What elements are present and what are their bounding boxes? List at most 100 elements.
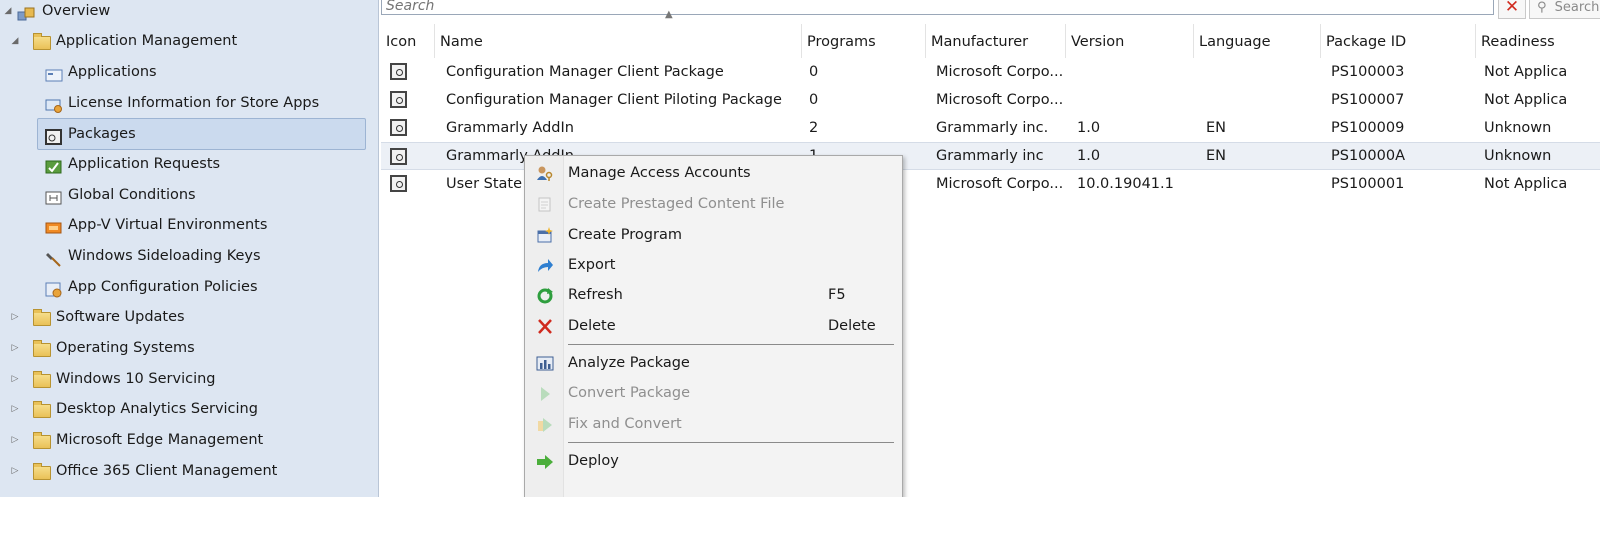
export-icon (536, 257, 554, 274)
menu-item-refresh[interactable]: Refresh F5 (525, 280, 902, 310)
tree-item-microsoft-edge-management[interactable]: ▷ Microsoft Edge Management (0, 425, 370, 455)
menu-item-create-prestaged-content-file: Create Prestaged Content File (525, 189, 902, 219)
menu-item-deploy[interactable]: Deploy (525, 446, 902, 476)
tree-item-label: App-V Virtual Environments (68, 217, 268, 233)
cell-package-id: PS100009 (1331, 120, 1405, 136)
column-header-package-id[interactable]: Package ID (1321, 24, 1476, 58)
refresh-icon (536, 287, 554, 304)
tree-item-license-information[interactable]: License Information for Store Apps (0, 88, 370, 118)
tree-item-label: Desktop Analytics Servicing (56, 401, 258, 417)
tree-item-software-updates[interactable]: ▷ Software Updates (0, 302, 370, 332)
search-input[interactable] (381, 0, 1494, 15)
policies-icon (45, 279, 63, 298)
keys-icon (45, 248, 63, 267)
menu-item-label: Analyze Package (568, 355, 690, 371)
tree-item-operating-systems[interactable]: ▷ Operating Systems (0, 333, 370, 363)
prestaged-file-icon (536, 196, 554, 213)
tree-item-windows-10-servicing[interactable]: ▷ Windows 10 Servicing (0, 364, 370, 394)
collapsed-arrow-icon[interactable]: ▷ (9, 302, 21, 332)
package-icon (390, 175, 407, 192)
menu-item-label: Convert Package (568, 385, 691, 401)
tree-item-application-requests[interactable]: Application Requests (0, 149, 370, 179)
collapsed-arrow-icon[interactable]: ▷ (9, 394, 21, 424)
package-icon (45, 126, 63, 145)
context-menu: Manage Access Accounts Create Prestaged … (524, 155, 903, 497)
tree-item-label: Application Management (56, 33, 238, 49)
table-row[interactable]: Configuration Manager Client Piloting Pa… (381, 86, 1600, 114)
menu-separator (568, 344, 894, 345)
tree-item-label: Overview (42, 3, 111, 19)
column-header-programs[interactable]: Programs (802, 24, 926, 58)
menu-item-delete[interactable]: Delete Delete (525, 311, 902, 341)
cell-manufacturer: Grammarly inc. (936, 120, 1049, 136)
tree-item-label: Windows Sideloading Keys (68, 248, 261, 264)
tree-item-office-365-client-management[interactable]: ▷ Office 365 Client Management (0, 456, 370, 486)
tree-item-label: Application Requests (68, 156, 221, 172)
column-header-language[interactable]: Language (1194, 24, 1321, 58)
cell-package-id: PS100003 (1331, 64, 1405, 80)
delete-icon (536, 318, 554, 335)
applications-icon (45, 64, 63, 82)
column-header-name[interactable]: Name ▲ (435, 9, 802, 58)
tree-item-label: Office 365 Client Management (56, 463, 278, 479)
analyze-icon (536, 355, 554, 372)
tree-item-label: Operating Systems (56, 340, 195, 356)
access-accounts-icon (536, 165, 554, 182)
cell-readiness: Not Applica (1484, 176, 1568, 192)
tree-item-overview[interactable]: ◢ Overview (0, 0, 370, 26)
cell-version: 10.0.19041.1 (1077, 176, 1174, 192)
collapsed-arrow-icon[interactable]: ▷ (9, 456, 21, 486)
close-icon: ✕ (1504, 0, 1520, 17)
tree-item-global-conditions[interactable]: Global Conditions (0, 180, 370, 210)
cell-language: EN (1206, 148, 1227, 164)
menu-item-shortcut: F5 (828, 287, 846, 303)
table-row[interactable]: Grammarly AddIn 2 Grammarly inc. 1.0 EN … (381, 114, 1600, 142)
cell-package-id: PS10000A (1331, 148, 1405, 164)
tree-item-app-configuration-policies[interactable]: App Configuration Policies (0, 272, 370, 302)
search-button-label: Search (1554, 0, 1600, 15)
menu-separator (568, 442, 894, 443)
column-header-version[interactable]: Version (1066, 24, 1194, 58)
tree-item-desktop-analytics-servicing[interactable]: ▷ Desktop Analytics Servicing (0, 394, 370, 424)
expand-arrow-icon[interactable]: ◢ (2, 0, 14, 26)
cell-manufacturer: Grammarly inc (936, 148, 1044, 164)
column-header-manufacturer[interactable]: Manufacturer (926, 24, 1066, 58)
menu-item-analyze-package[interactable]: Analyze Package (525, 348, 902, 378)
tree-item-application-management[interactable]: ◢ Application Management (0, 26, 370, 56)
folder-icon (33, 432, 51, 449)
search-button[interactable]: ⚲ Search (1529, 0, 1600, 19)
cell-version: 1.0 (1077, 120, 1101, 136)
menu-item-export[interactable]: Export (525, 250, 902, 280)
folder-icon (33, 401, 51, 418)
clear-search-button[interactable]: ✕ (1498, 0, 1526, 19)
collapsed-arrow-icon[interactable]: ▷ (9, 425, 21, 455)
tree-item-packages[interactable]: Packages (37, 118, 366, 150)
expand-arrow-icon[interactable]: ◢ (9, 26, 21, 56)
tree-item-label: App Configuration Policies (68, 279, 258, 295)
table-row[interactable]: Configuration Manager Client Package 0 M… (381, 58, 1600, 86)
column-header-readiness[interactable]: Readiness (1476, 24, 1600, 58)
cell-programs: 2 (809, 120, 819, 136)
menu-item-label: Delete (568, 318, 616, 334)
search-bar: ✕ ⚲ Search (381, 0, 1600, 19)
tree-item-appv-environments[interactable]: App-V Virtual Environments (0, 210, 370, 240)
menu-item-create-program[interactable]: Create Program (525, 220, 902, 250)
menu-item-convert-package: Convert Package (525, 378, 902, 408)
folder-icon (33, 371, 51, 388)
collapsed-arrow-icon[interactable]: ▷ (9, 333, 21, 363)
cell-package-id: PS100007 (1331, 92, 1405, 108)
menu-item-label: Manage Access Accounts (568, 165, 751, 181)
column-header-icon[interactable]: Icon (381, 24, 435, 58)
column-header-label: Name (440, 34, 483, 50)
folder-icon (33, 340, 51, 357)
cell-manufacturer: Microsoft Corpo... (936, 92, 1064, 108)
menu-item-manage-access-accounts[interactable]: Manage Access Accounts (525, 158, 902, 188)
app-window: ◢ Overview ◢ Application Management Appl… (0, 0, 1600, 497)
convert-icon (536, 385, 554, 402)
menu-item-label: Refresh (568, 287, 623, 303)
overview-icon (17, 3, 35, 21)
collapsed-arrow-icon[interactable]: ▷ (9, 364, 21, 394)
tree-item-applications[interactable]: Applications (0, 57, 370, 87)
menu-item-shortcut: Delete (828, 318, 876, 334)
tree-item-sideloading-keys[interactable]: Windows Sideloading Keys (0, 241, 370, 271)
